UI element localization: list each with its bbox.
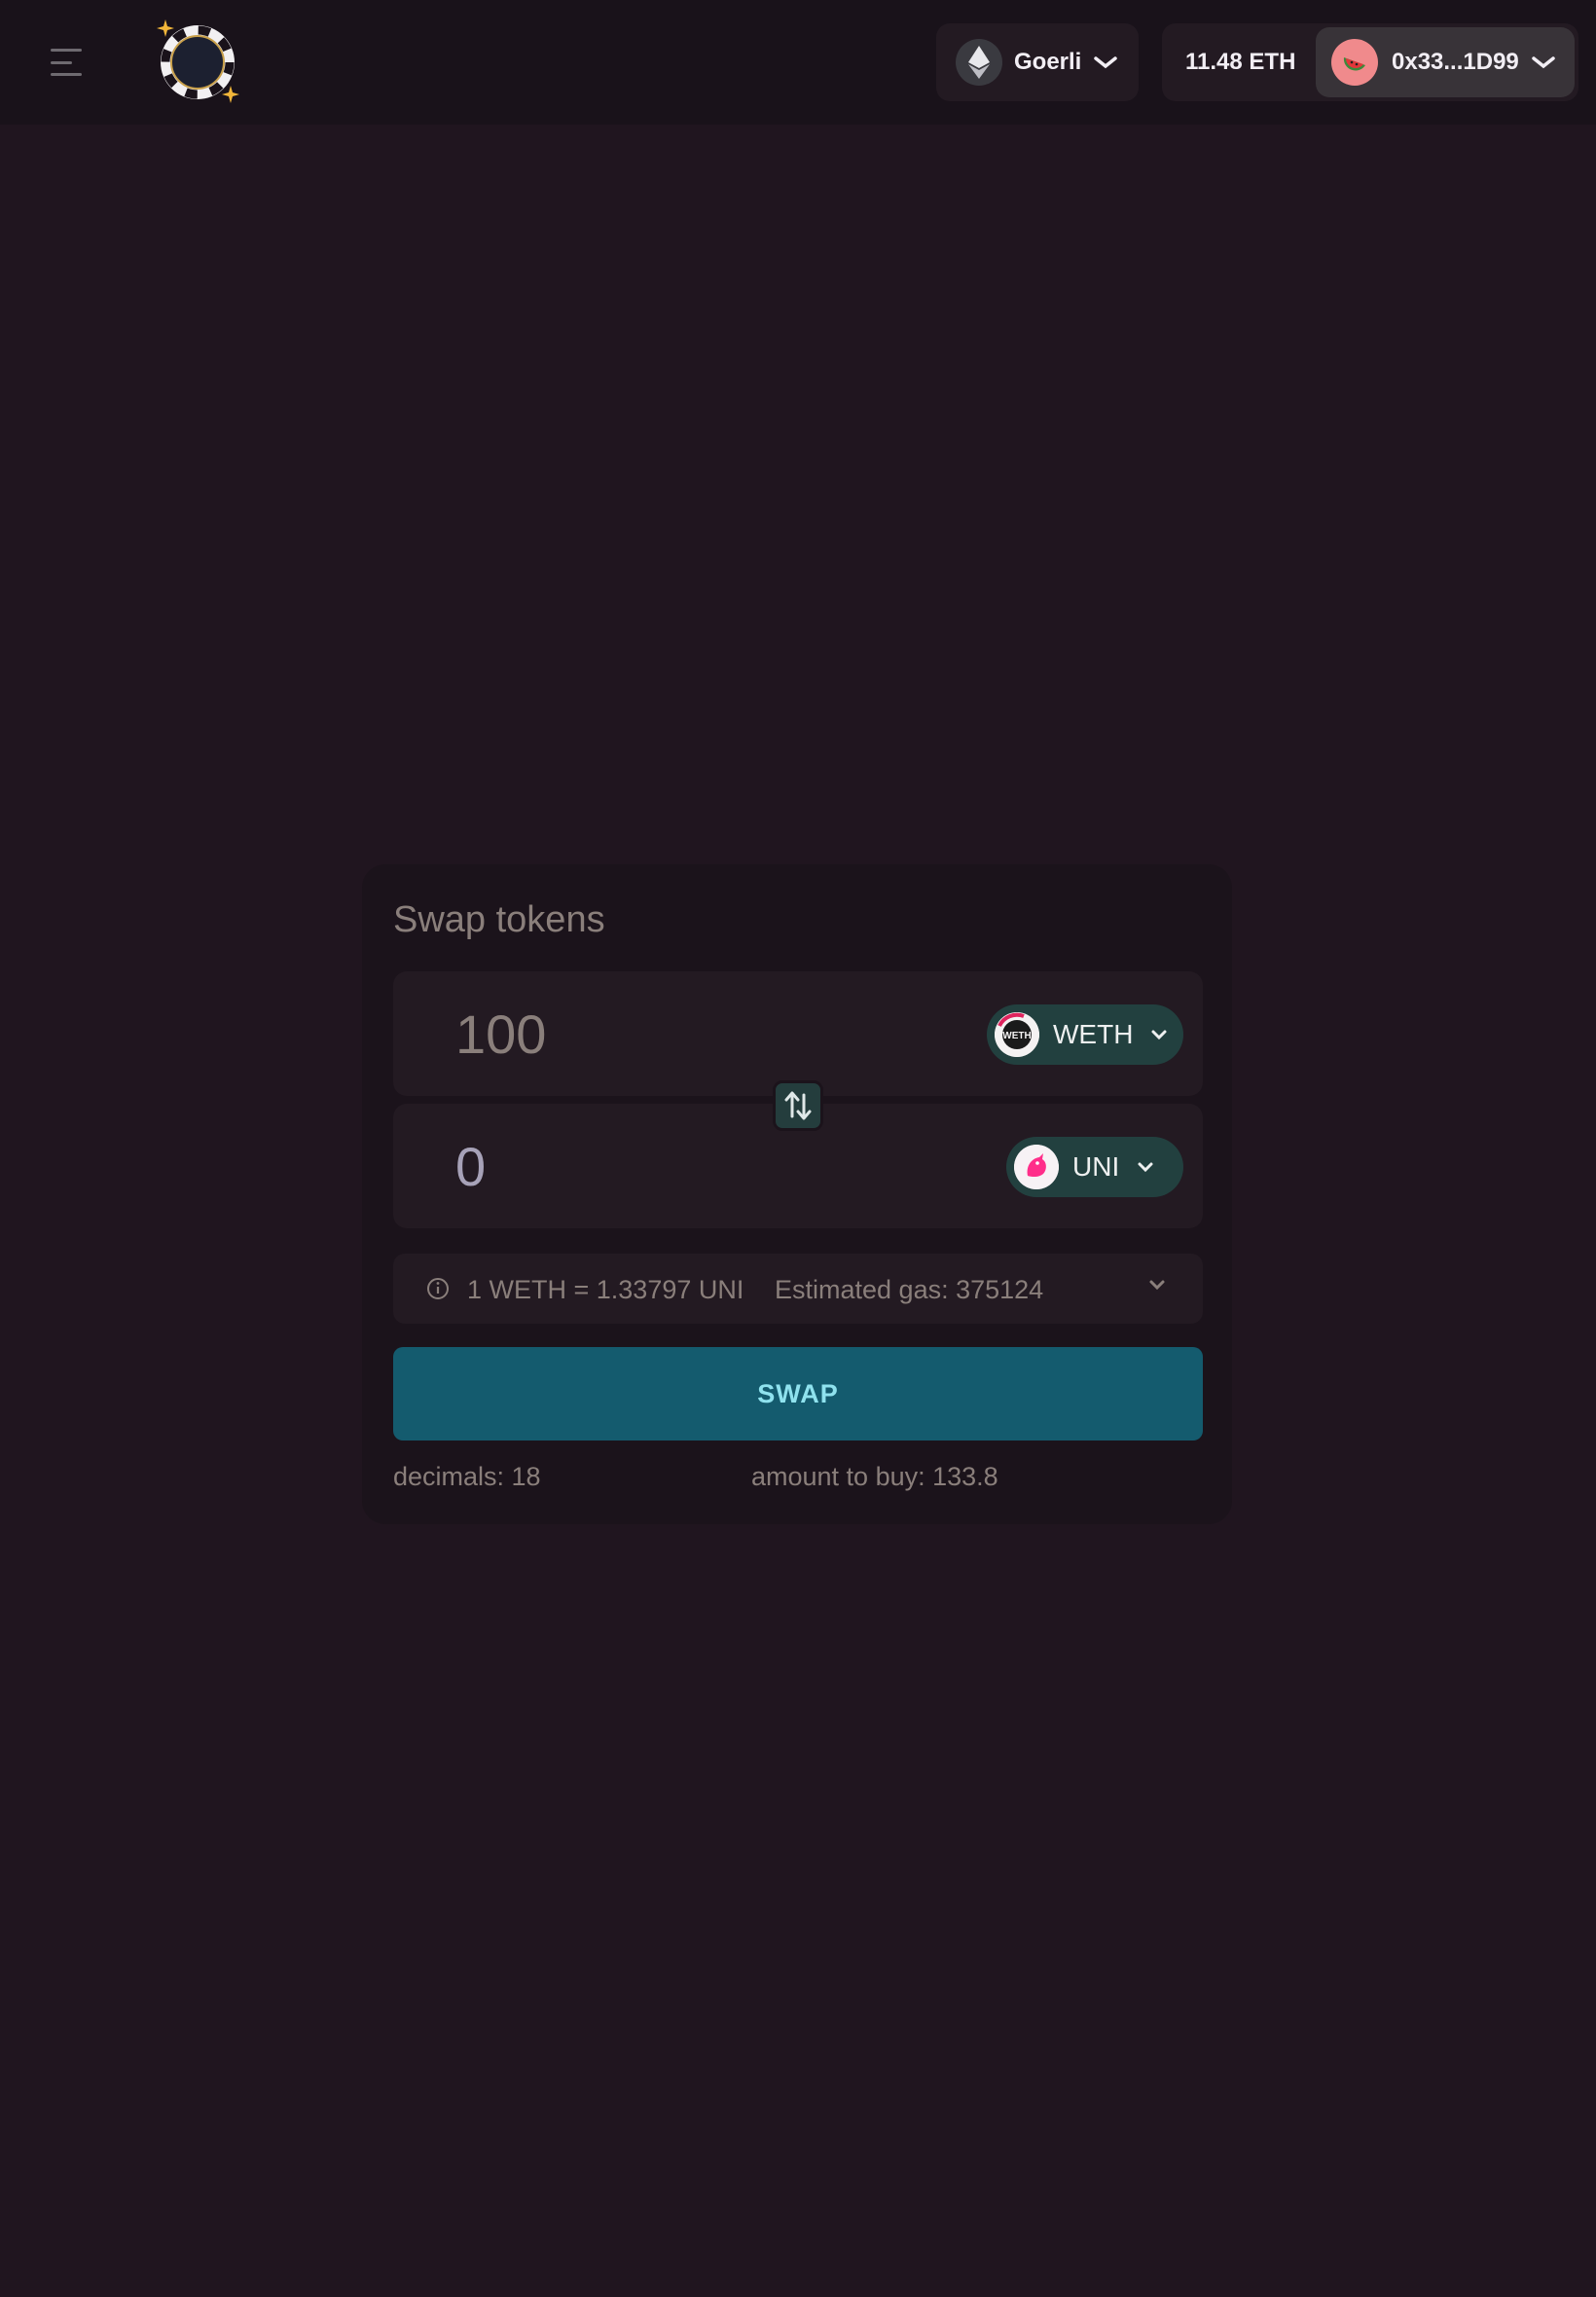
ethereum-icon xyxy=(956,39,1002,86)
watermelon-icon xyxy=(1331,39,1378,86)
network-selector[interactable]: Goerli xyxy=(936,23,1139,101)
estimated-gas: Estimated gas: 375124 xyxy=(775,1275,1044,1304)
top-bar: Goerli 11.48 ETH 0x33...1D99 xyxy=(0,0,1596,125)
decimals-text: decimals: 18 xyxy=(393,1462,541,1491)
amount-to-buy-text: amount to buy: 133.8 xyxy=(751,1462,998,1491)
from-token-selector[interactable]: WETH WETH xyxy=(987,1004,1183,1065)
card-title: Swap tokens xyxy=(393,899,605,940)
from-amount-input[interactable] xyxy=(455,999,864,1069)
swap-arrows-icon xyxy=(784,1091,812,1120)
account-address: 0x33...1D99 xyxy=(1392,49,1519,75)
chevron-down-icon xyxy=(1151,1030,1167,1040)
chevron-down-icon xyxy=(1094,56,1118,69)
svg-text:WETH: WETH xyxy=(1002,1031,1031,1041)
chevron-down-icon xyxy=(1532,56,1555,69)
swap-details-row[interactable]: 1 WETH = 1.33797 UNI Estimated gas: 3751… xyxy=(393,1254,1203,1324)
from-token-label: WETH xyxy=(1053,1019,1134,1049)
exchange-rate: 1 WETH = 1.33797 UNI xyxy=(467,1275,744,1304)
eth-balance: 11.48 ETH xyxy=(1185,49,1296,75)
poker-chip-logo[interactable] xyxy=(151,16,244,109)
chevron-down-icon xyxy=(1138,1162,1153,1173)
swap-direction-button[interactable] xyxy=(773,1080,823,1131)
to-token-selector[interactable]: UNI xyxy=(1006,1137,1183,1197)
network-label: Goerli xyxy=(1014,49,1082,75)
swap-card: Swap tokens WETH WETH xyxy=(362,864,1232,1524)
account-button[interactable]: 0x33...1D99 xyxy=(1316,27,1575,97)
weth-token-icon: WETH xyxy=(995,1012,1039,1057)
to-amount-input[interactable] xyxy=(455,1131,864,1201)
to-token-label: UNI xyxy=(1072,1151,1120,1182)
account-panel: 11.48 ETH 0x33...1D99 xyxy=(1162,23,1578,101)
from-token-row: WETH WETH xyxy=(393,971,1203,1096)
chevron-down-icon xyxy=(1149,1280,1165,1291)
swap-button[interactable]: SWAP xyxy=(393,1347,1203,1440)
info-icon xyxy=(427,1278,449,1299)
menu-icon[interactable] xyxy=(51,49,84,76)
uni-token-icon xyxy=(1014,1145,1059,1189)
